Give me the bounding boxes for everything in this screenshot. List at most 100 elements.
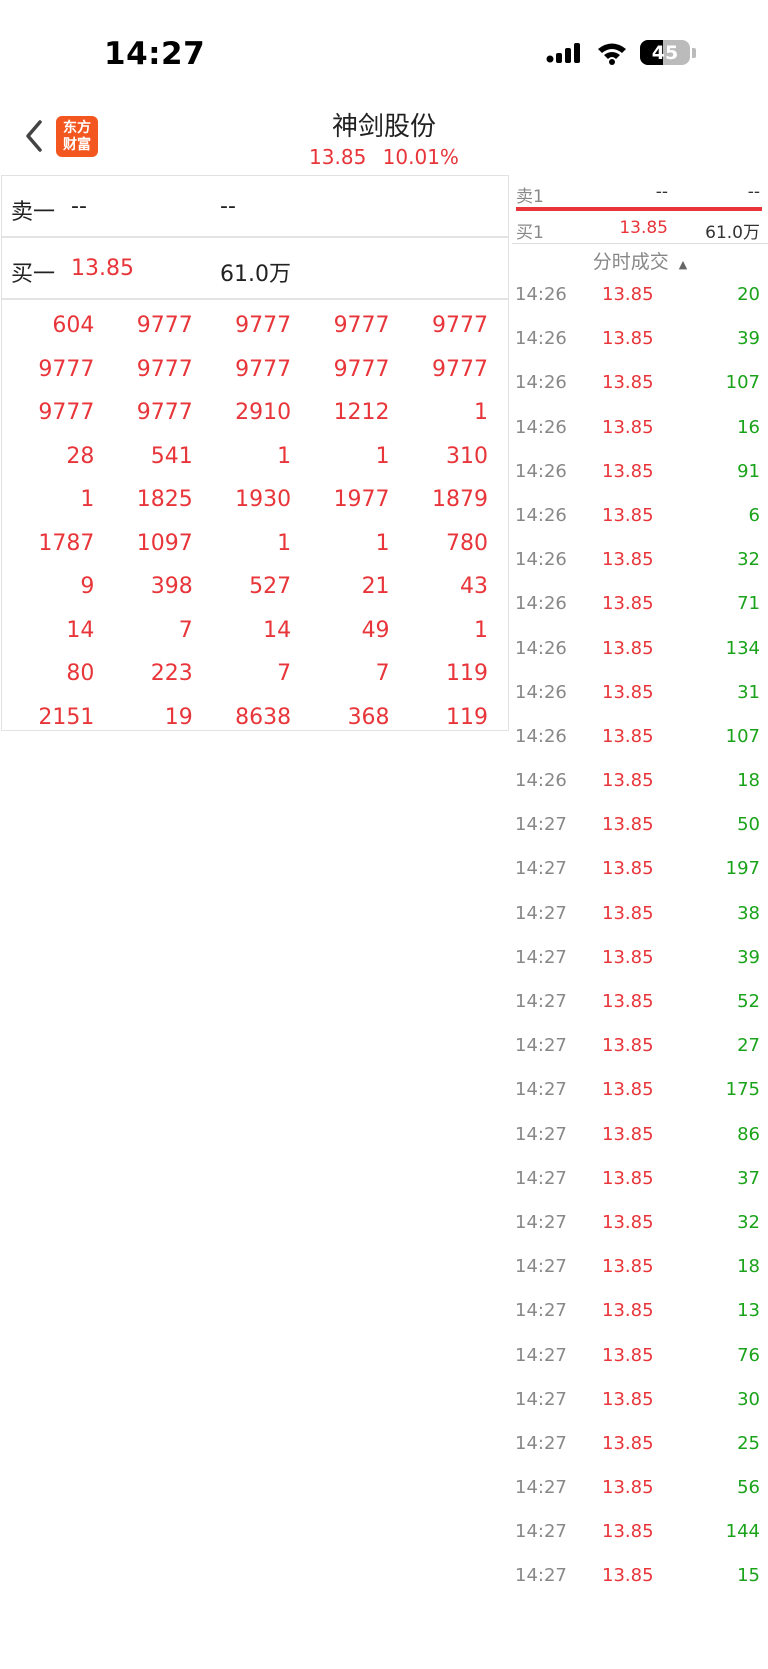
tick-volume: 50 — [737, 814, 760, 836]
tick-row: 14:27 13.85 144 — [512, 1517, 768, 1561]
tick-price: 13.85 — [602, 946, 654, 968]
order-row: 1 1825 1930 1977 1879 — [2, 478, 508, 522]
tick-row: 14:26 13.85 91 — [512, 457, 768, 501]
tick-volume: 107 — [725, 372, 760, 394]
tick-price: 13.85 — [602, 681, 654, 703]
tick-price: 13.85 — [602, 902, 654, 924]
status-bar: 14:27 45 — [0, 0, 768, 110]
tick-volume: 32 — [737, 549, 760, 571]
tick-volume: 20 — [737, 284, 760, 305]
tick-price: 13.85 — [602, 1344, 654, 1366]
order-cell: 310 — [445, 443, 488, 469]
order-cell: 1787 — [38, 530, 95, 556]
order-cell: 19 — [164, 704, 193, 730]
tick-price: 13.85 — [602, 725, 654, 747]
tick-list[interactable]: 14:26 13.85 20 14:26 13.85 39 14:26 13.85 107 14:… — [512, 280, 768, 1606]
sort-caret-icon[interactable]: ▲ — [679, 258, 687, 271]
tick-volume: 39 — [737, 946, 760, 968]
order-cell: 1 — [277, 443, 292, 469]
order-cell: 80 — [66, 661, 95, 687]
order-row: 9777 9777 9777 9777 9777 — [2, 348, 508, 392]
order-row: 604 9777 9777 9777 9777 — [2, 304, 508, 348]
order-cell: 1097 — [136, 530, 193, 556]
tick-price: 13.85 — [602, 549, 654, 571]
tick-price: 13.85 — [602, 1432, 654, 1454]
cellular-signal-icon — [546, 42, 580, 63]
tick-time: 14:27 — [515, 1300, 567, 1322]
tick-time: 14:26 — [515, 725, 567, 747]
order-cell: 1 — [473, 617, 488, 643]
tick-time: 14:27 — [515, 1521, 567, 1543]
tick-volume: 18 — [737, 770, 760, 792]
tick-volume: 107 — [725, 725, 760, 747]
order-cell: 9777 — [136, 313, 193, 339]
tick-row: 14:26 13.85 107 — [512, 368, 768, 412]
order-book-panel: 卖一 -- -- 买一 13.85 61.0万 604 9777 9777 9777 9… — [1, 175, 509, 731]
tick-time: 14:26 — [515, 416, 567, 438]
tick-row: 14:27 13.85 32 — [512, 1208, 768, 1252]
order-cell: 119 — [445, 704, 488, 730]
tick-price: 13.85 — [602, 416, 654, 438]
tick-row: 14:27 13.85 50 — [512, 810, 768, 854]
tick-time: 14:27 — [515, 1477, 567, 1499]
order-cell: 14 — [263, 617, 292, 643]
tick-row: 14:27 13.85 27 — [512, 1031, 768, 1075]
tick-time: 14:27 — [515, 991, 567, 1012]
tick-time: 14:27 — [515, 946, 567, 968]
order-cell: 119 — [445, 661, 488, 687]
order-row: 28 541 1 1 310 — [2, 435, 508, 479]
tick-time: 14:27 — [515, 1344, 567, 1366]
order-cell: 1212 — [333, 400, 390, 426]
wifi-icon — [598, 43, 626, 65]
order-cell: 1825 — [136, 487, 193, 513]
tick-price: 13.85 — [602, 504, 654, 526]
tick-price: 13.85 — [602, 460, 654, 482]
order-row: 9777 9777 2910 1212 1 — [2, 391, 508, 435]
tick-volume: 38 — [737, 902, 760, 924]
tick-time: 14:27 — [515, 1167, 567, 1189]
tick-volume: 27 — [737, 1035, 760, 1057]
tick-price: 13.85 — [602, 1123, 654, 1145]
tick-volume: 15 — [737, 1565, 760, 1587]
tick-volume: 134 — [725, 637, 760, 659]
order-cell: 223 — [150, 661, 193, 687]
order-row: 9 398 527 21 43 — [2, 565, 508, 609]
stock-price: 13.85 — [309, 145, 367, 169]
order-cell: 368 — [347, 704, 390, 730]
tick-price: 13.85 — [602, 814, 654, 836]
tick-time: 14:26 — [515, 770, 567, 792]
tick-row: 14:27 13.85 39 — [512, 943, 768, 987]
tick-price: 13.85 — [602, 1256, 654, 1278]
order-cell: 9777 — [431, 313, 488, 339]
tick-row: 14:26 13.85 18 — [512, 766, 768, 810]
tick-time: 14:26 — [515, 328, 567, 350]
tick-time: 14:27 — [515, 1432, 567, 1454]
tick-price: 13.85 — [602, 991, 654, 1012]
tick-price: 13.85 — [602, 328, 654, 350]
ticks-header[interactable]: 分时成交 ▲ — [512, 244, 768, 280]
tick-price: 13.85 — [602, 372, 654, 394]
order-cell: 1 — [80, 487, 95, 513]
tick-volume: 86 — [737, 1123, 760, 1145]
tick-time: 14:27 — [515, 1211, 567, 1233]
tick-price: 13.85 — [602, 593, 654, 615]
tick-price: 13.85 — [602, 1521, 654, 1543]
tick-row: 14:27 13.85 38 — [512, 899, 768, 943]
tick-time: 14:26 — [515, 681, 567, 703]
tick-volume: 52 — [737, 991, 760, 1012]
tick-volume: 30 — [737, 1388, 760, 1410]
order-cell: 527 — [249, 574, 292, 600]
tick-volume: 197 — [725, 858, 760, 880]
order-cell: 780 — [445, 530, 488, 556]
tick-time: 14:26 — [515, 637, 567, 659]
buy-one-volume: 61.0万 — [220, 262, 291, 287]
sell-one-row: 卖一 -- -- — [2, 176, 508, 238]
tick-row: 14:27 13.85 86 — [512, 1120, 768, 1164]
tick-volume: 25 — [737, 1432, 760, 1454]
sell1-row: 卖1 -- -- — [512, 175, 768, 207]
order-cell: 9777 — [333, 313, 390, 339]
order-cell: 604 — [52, 313, 95, 339]
tick-price: 13.85 — [602, 770, 654, 792]
stock-change-pct: 10.01% — [382, 145, 459, 169]
tick-row: 14:27 13.85 15 — [512, 1561, 768, 1605]
